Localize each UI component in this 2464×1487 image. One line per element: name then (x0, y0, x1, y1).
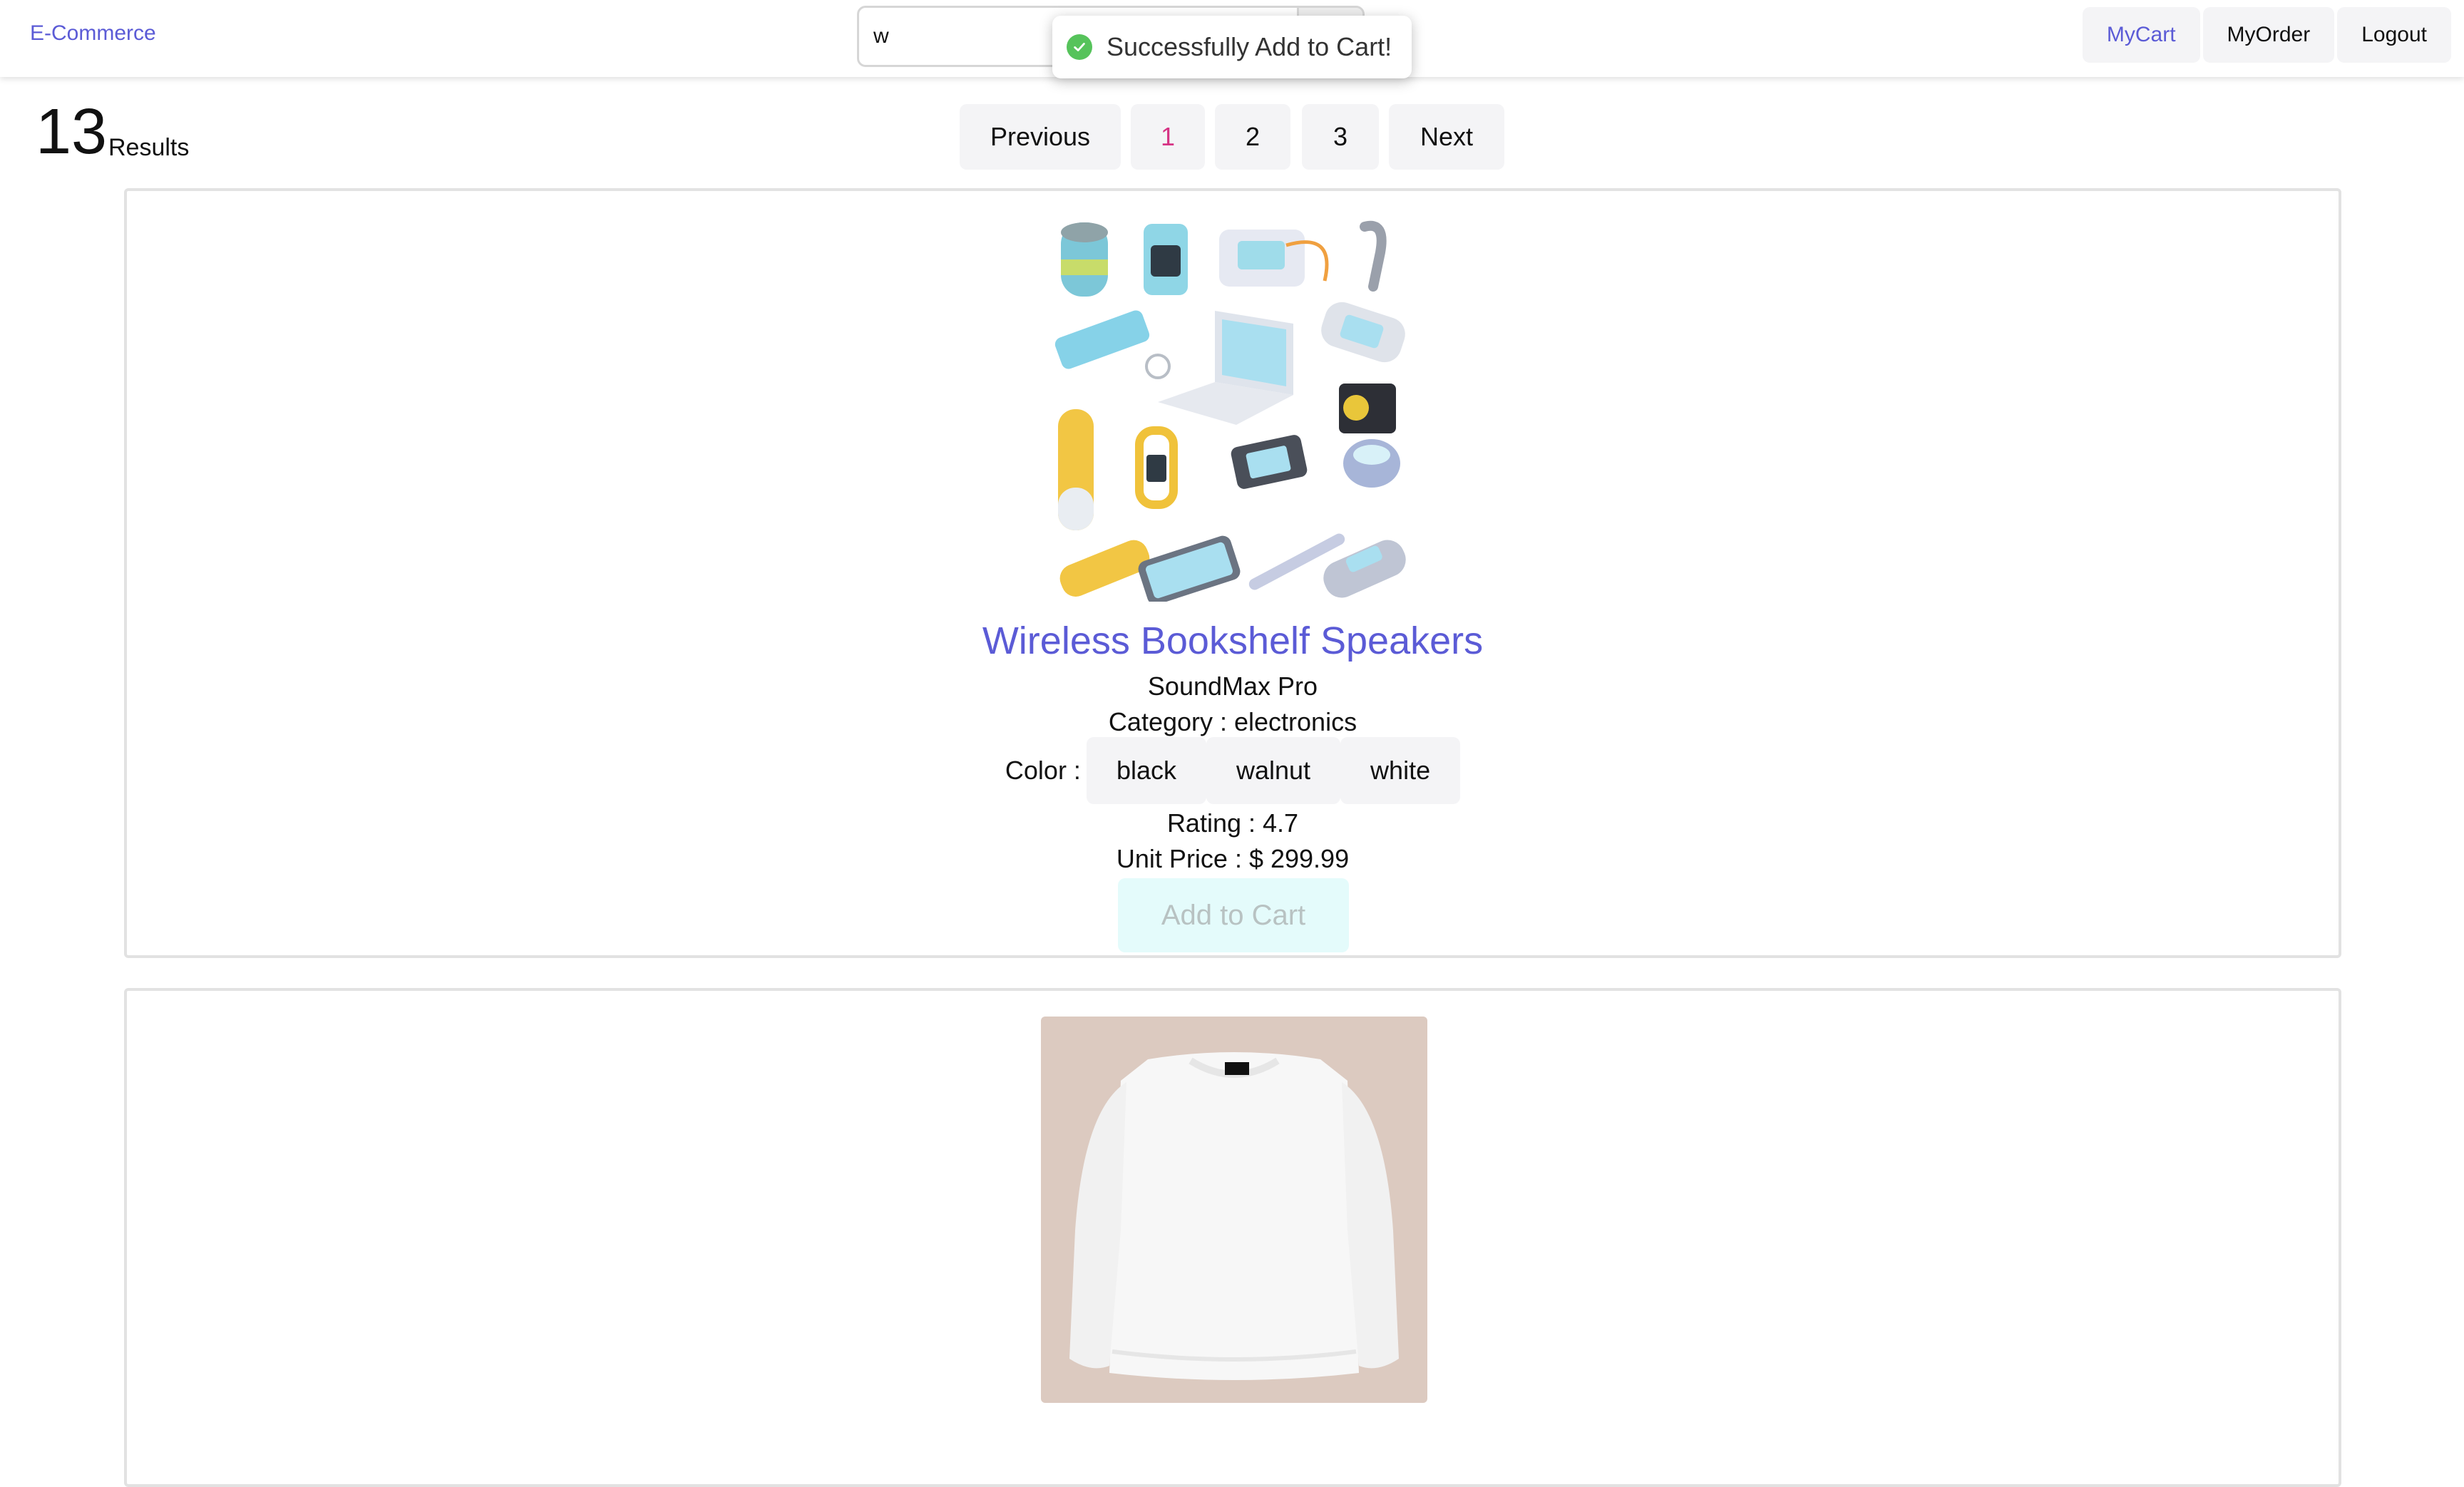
logout-button[interactable]: Logout (2337, 7, 2451, 63)
next-page-button[interactable]: Next (1389, 104, 1504, 170)
page-3-button[interactable]: 3 (1302, 104, 1379, 170)
previous-page-button[interactable]: Previous (960, 104, 1121, 170)
color-option-black[interactable]: black (1086, 737, 1206, 804)
product-title[interactable]: Wireless Bookshelf Speakers (127, 619, 2339, 663)
product-brand: SoundMax Pro (1147, 672, 1318, 701)
brand-link[interactable]: E-Commerce (30, 21, 156, 46)
product-image-sweater[interactable] (1041, 1017, 1427, 1403)
toast-message: Successfully Add to Cart! (1107, 32, 1392, 61)
mycart-button[interactable]: MyCart (2082, 7, 2200, 63)
product-card (124, 988, 2341, 1487)
color-options: Color : black walnut white (127, 737, 2339, 804)
color-option-walnut[interactable]: walnut (1206, 737, 1341, 804)
add-to-cart-button[interactable]: Add to Cart (1118, 878, 1349, 952)
product-price: Unit Price : $ 299.99 (1116, 844, 1350, 873)
page-2-button[interactable]: 2 (1215, 104, 1290, 170)
product-category: Category : electronics (1108, 707, 1357, 736)
product-image-electronics[interactable] (1051, 217, 1416, 602)
color-option-white[interactable]: white (1340, 737, 1461, 804)
page-1-button[interactable]: 1 (1131, 104, 1205, 170)
pagination: Previous 1 2 3 Next (0, 104, 2464, 170)
product-rating: Rating : 4.7 (1166, 808, 1299, 838)
success-toast: Successfully Add to Cart! (1052, 16, 1412, 78)
product-card: Wireless Bookshelf Speakers SoundMax Pro… (124, 188, 2341, 958)
myorder-button[interactable]: MyOrder (2202, 7, 2335, 63)
color-label: Color : (1005, 756, 1081, 785)
nav-links: MyCart MyOrder Logout (2082, 7, 2451, 63)
check-circle-icon (1067, 34, 1092, 60)
